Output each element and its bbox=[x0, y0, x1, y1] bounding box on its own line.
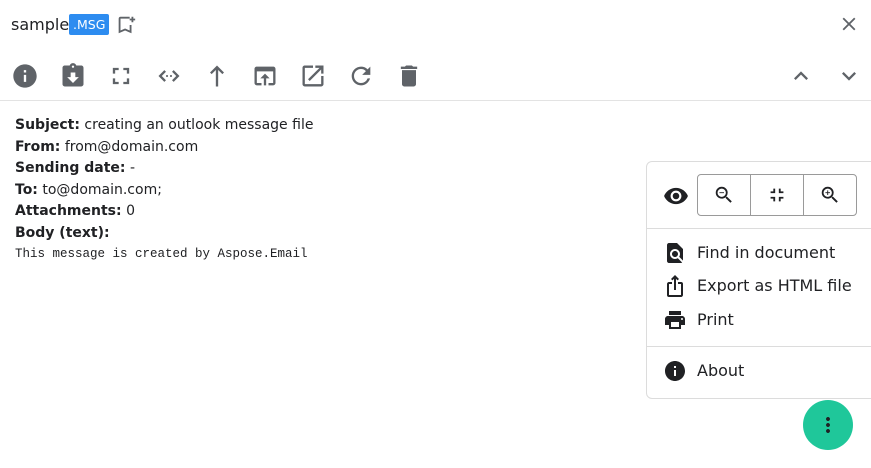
chevron-down-icon[interactable] bbox=[835, 62, 863, 90]
fullscreen-icon[interactable] bbox=[107, 62, 135, 90]
message-content: Subject: creating an outlook message fil… bbox=[15, 115, 313, 264]
to-label: To: bbox=[15, 181, 38, 198]
print-icon bbox=[663, 308, 687, 332]
from-label: From: bbox=[15, 138, 61, 155]
body-text: This message is created by Aspose.Email bbox=[15, 247, 308, 261]
from-row: From: from@domain.com bbox=[15, 137, 313, 159]
menu-separator bbox=[647, 346, 871, 347]
subject-label: Subject: bbox=[15, 117, 80, 133]
reload-icon[interactable] bbox=[347, 62, 375, 90]
attachments-value: 0 bbox=[126, 203, 135, 219]
file-extension-badge: .MSG bbox=[69, 14, 110, 35]
to-row: To: to@domain.com; bbox=[15, 180, 313, 202]
header: sample .MSG bbox=[0, 0, 871, 48]
zoom-out-button[interactable] bbox=[698, 175, 750, 215]
upload-icon[interactable] bbox=[203, 62, 231, 90]
more-vertical-icon bbox=[826, 417, 830, 433]
from-value: from@domain.com bbox=[64, 138, 199, 155]
eye-icon bbox=[663, 183, 689, 209]
zoom-controls bbox=[697, 174, 857, 216]
zoom-in-button[interactable] bbox=[803, 175, 856, 215]
toolbar-divider bbox=[0, 100, 871, 101]
body-row: Body (text): bbox=[15, 223, 313, 245]
date-value: - bbox=[129, 160, 135, 176]
menu-item-find[interactable]: Find in document bbox=[647, 237, 871, 269]
attachments-row: Attachments: 0 bbox=[15, 201, 313, 223]
find-in-page-icon bbox=[663, 241, 687, 265]
delete-icon[interactable] bbox=[395, 62, 423, 90]
subject-row: Subject: creating an outlook message fil… bbox=[15, 115, 313, 137]
zoom-in-icon bbox=[821, 186, 838, 203]
body-label: Body (text): bbox=[15, 224, 110, 241]
subject-value: creating an outlook message file bbox=[84, 117, 314, 133]
fit-button[interactable] bbox=[750, 175, 803, 215]
menu-item-about[interactable]: About bbox=[647, 355, 871, 387]
date-label: Sending date: bbox=[15, 160, 126, 176]
more-button[interactable] bbox=[803, 400, 853, 450]
toolbar bbox=[0, 58, 871, 94]
bookmark-add-icon[interactable] bbox=[115, 14, 137, 36]
to-value: to@domain.com; bbox=[42, 181, 162, 198]
menu-item-find-label: Find in document bbox=[697, 243, 836, 262]
menu-item-print-label: Print bbox=[697, 310, 734, 329]
menu-item-export[interactable]: Export as HTML file bbox=[647, 270, 871, 302]
close-icon[interactable] bbox=[838, 13, 860, 35]
date-row: Sending date: - bbox=[15, 158, 313, 180]
menu-item-export-label: Export as HTML file bbox=[697, 276, 852, 295]
share-icon bbox=[663, 274, 687, 298]
chevron-up-icon[interactable] bbox=[787, 62, 815, 90]
zoom-out-icon bbox=[715, 186, 732, 203]
attachments-label: Attachments: bbox=[15, 203, 122, 219]
code-icon[interactable] bbox=[155, 62, 183, 90]
open-external-icon[interactable] bbox=[299, 62, 327, 90]
publish-icon[interactable] bbox=[251, 62, 279, 90]
file-name: sample bbox=[11, 15, 70, 34]
menu-separator bbox=[647, 228, 871, 229]
menu-item-about-label: About bbox=[697, 361, 745, 380]
menu-item-print[interactable]: Print bbox=[647, 304, 871, 336]
info-icon bbox=[663, 359, 687, 383]
info-icon[interactable] bbox=[11, 62, 39, 90]
save-icon[interactable] bbox=[59, 62, 87, 90]
context-menu: Find in document Export as HTML file Pri… bbox=[646, 161, 871, 399]
fullscreen-exit-icon bbox=[770, 188, 784, 202]
